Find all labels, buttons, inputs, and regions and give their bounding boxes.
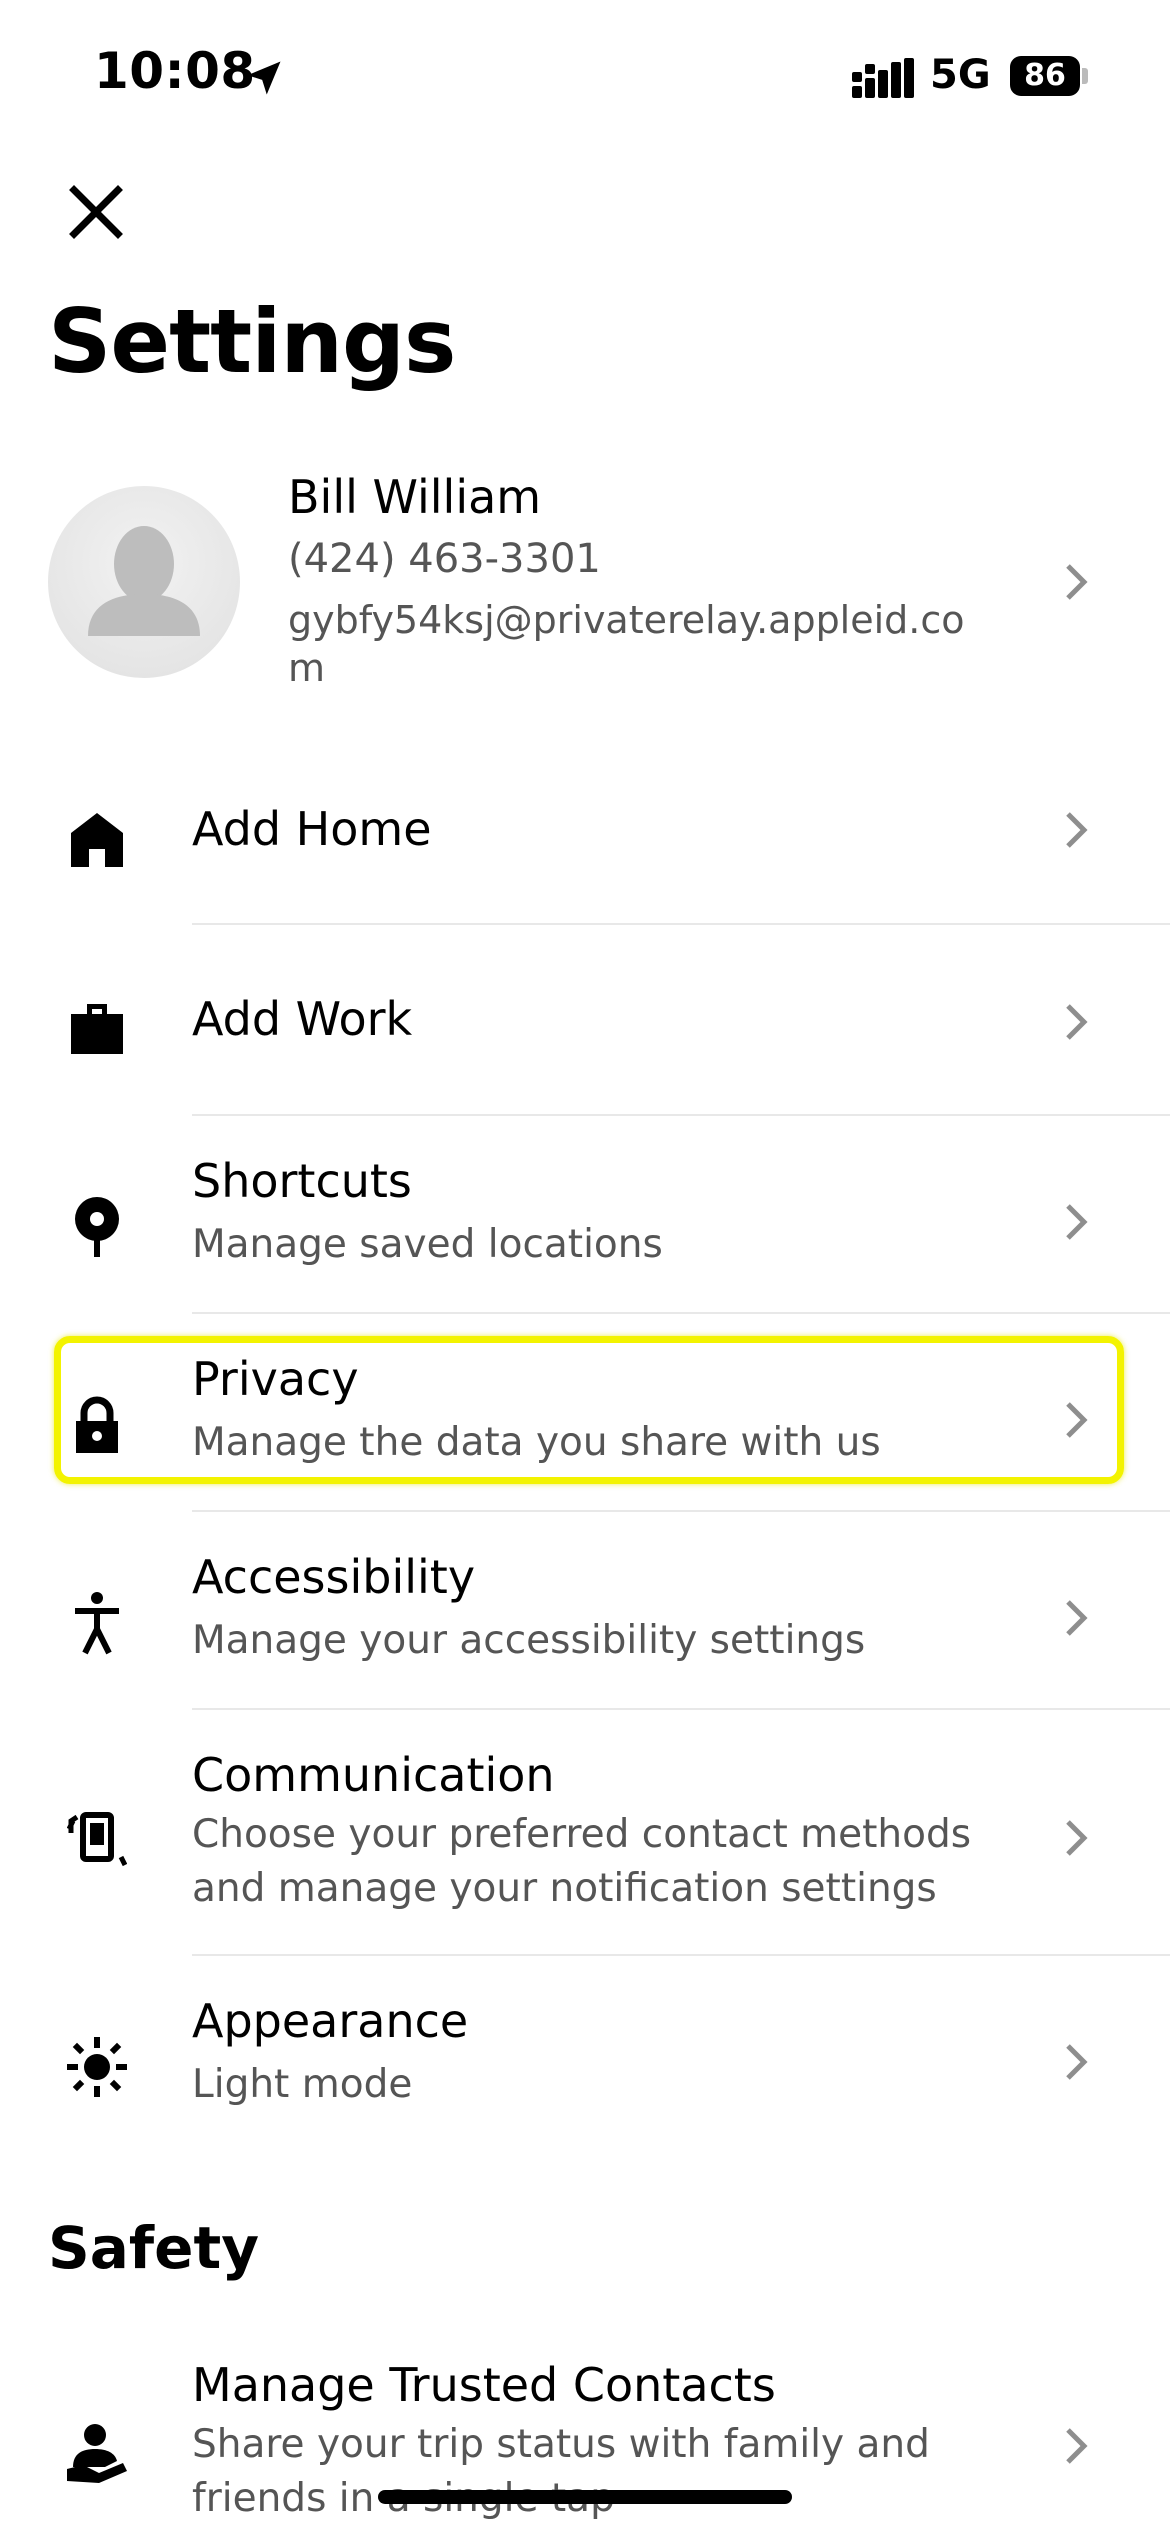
profile-phone: (424) 463-3301 (288, 536, 601, 582)
settings-item-subtitle: Share your trip status with family and f… (192, 2422, 930, 2521)
settings-item-communication[interactable]: Communication Choose your preferred cont… (0, 1734, 1170, 1954)
network-type: 5G (930, 52, 991, 98)
chevron-right-icon (1066, 1600, 1088, 1636)
chevron-right-icon (1066, 1004, 1088, 1040)
settings-item-subtitle: Manage saved locations (192, 1222, 663, 1267)
divider (192, 1312, 1170, 1314)
divider (192, 1954, 1170, 1956)
divider (192, 1708, 1170, 1710)
settings-item-title: Manage Trusted Contacts (192, 2358, 776, 2412)
chevron-right-icon (1066, 1820, 1088, 1856)
settings-item-subtitle: Light mode (192, 2062, 413, 2107)
phone-notification-icon (62, 1806, 132, 1876)
divider (192, 923, 1170, 925)
status-bar: 10:08 5G 86 (0, 0, 1170, 150)
person-silhouette-icon (88, 526, 200, 636)
settings-item-title: Appearance (192, 1994, 469, 2048)
status-time: 10:08 (94, 42, 256, 100)
chevron-right-icon (1066, 2428, 1088, 2464)
settings-item-appearance[interactable]: Appearance Light mode (0, 1980, 1170, 2150)
sun-icon (62, 2032, 132, 2102)
battery-icon: 86 (1010, 56, 1088, 96)
divider (192, 1114, 1170, 1116)
section-title-safety: Safety (48, 2214, 260, 2282)
settings-item-title: Accessibility (192, 1550, 476, 1604)
location-arrow-icon (247, 61, 281, 95)
chevron-right-icon (1066, 564, 1088, 600)
avatar (48, 486, 240, 678)
home-indicator[interactable] (378, 2490, 792, 2504)
close-button[interactable] (56, 172, 136, 252)
close-icon (69, 185, 123, 239)
briefcase-icon (62, 994, 132, 1064)
battery-cap (1082, 68, 1088, 84)
settings-item-trusted-contacts[interactable]: Manage Trusted Contacts Share your trip … (0, 2346, 1170, 2532)
location-pin-icon (62, 1192, 132, 1262)
settings-item-title: Add Home (192, 802, 432, 856)
settings-item-title: Add Work (192, 992, 413, 1046)
profile-email: gybfy54ksj@privaterelay.appleid.com (288, 598, 965, 690)
settings-item-add-home[interactable]: Add Home (0, 760, 1170, 920)
settings-item-title: Communication (192, 1748, 555, 1802)
trusted-contacts-icon (62, 2418, 132, 2488)
signal-icon (852, 58, 914, 98)
chevron-right-icon (1066, 1204, 1088, 1240)
profile-name: Bill William (288, 470, 542, 524)
accessibility-icon (62, 1588, 132, 1658)
highlight-box (54, 1336, 1124, 1484)
settings-item-subtitle: Manage your accessibility settings (192, 1618, 866, 1663)
chevron-right-icon (1066, 2044, 1088, 2080)
page-title: Settings (48, 290, 456, 393)
settings-item-shortcuts[interactable]: Shortcuts Manage saved locations (0, 1140, 1170, 1310)
settings-item-subtitle: Choose your preferred contact methods an… (192, 1812, 972, 1911)
chevron-right-icon (1066, 812, 1088, 848)
battery-level: 86 (1010, 56, 1080, 96)
divider (192, 1510, 1170, 1512)
settings-item-add-work[interactable]: Add Work (0, 950, 1170, 1110)
settings-item-title: Shortcuts (192, 1154, 412, 1208)
home-icon (62, 804, 132, 874)
profile-row[interactable]: Bill William (424) 463-3301 gybfy54ksj@p… (0, 460, 1170, 710)
settings-item-accessibility[interactable]: Accessibility Manage your accessibility … (0, 1536, 1170, 1706)
